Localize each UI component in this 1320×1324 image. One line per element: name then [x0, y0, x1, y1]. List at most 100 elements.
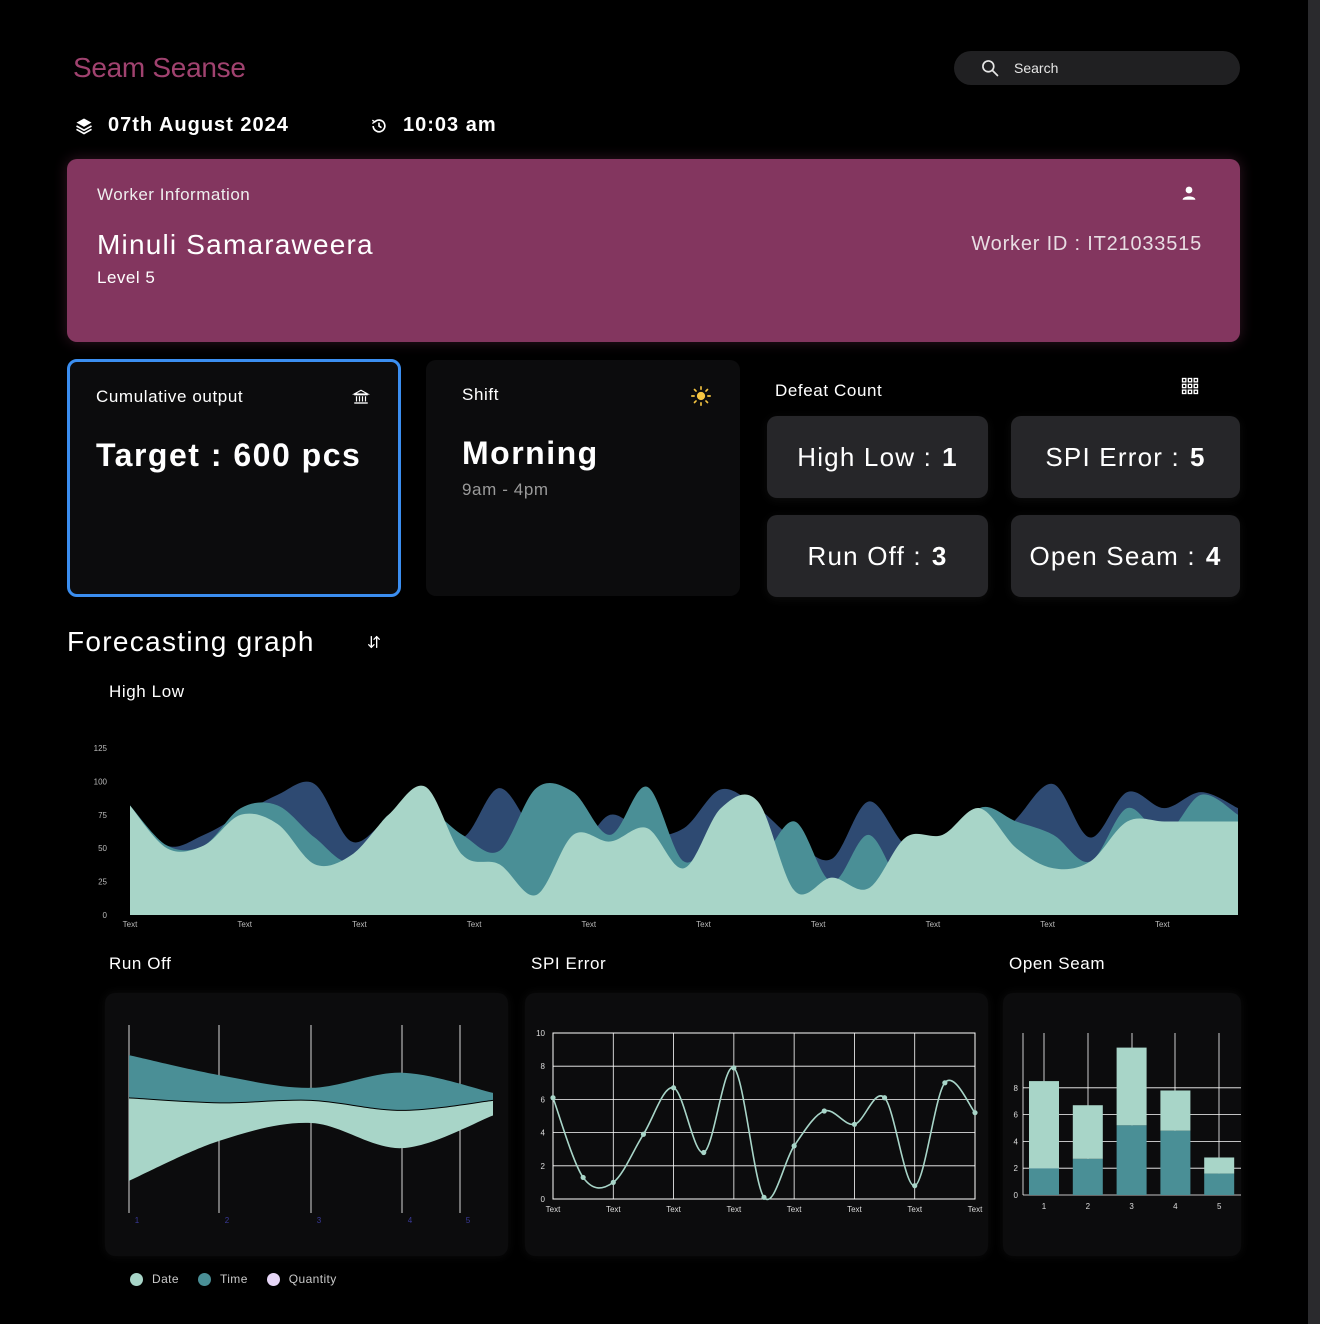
y-tick-label: 2: [541, 1162, 546, 1171]
y-tick-label: 50: [98, 844, 107, 853]
legend-item-time[interactable]: Time: [197, 1272, 248, 1286]
x-tick-label: Text: [696, 920, 711, 929]
defect-label: Run Off :: [807, 540, 922, 571]
defect-value: 5: [1189, 441, 1206, 472]
y-tick-label: 0: [1014, 1191, 1019, 1200]
y-tick-label: 4: [541, 1129, 546, 1138]
data-point: [731, 1065, 737, 1071]
data-point: [670, 1085, 677, 1091]
defect-count-title: Defeat Count: [775, 381, 883, 400]
bank-icon: [352, 389, 370, 404]
x-tick-label: 3: [317, 1216, 322, 1225]
x-tick-label: 5: [466, 1216, 471, 1225]
history-icon: [371, 118, 386, 133]
y-tick-label: 100: [94, 777, 108, 786]
x-tick-label: Text: [787, 1205, 802, 1214]
chart-legend: Date Time Quantity: [130, 1272, 356, 1286]
x-tick-label: Text: [811, 920, 826, 929]
search-input[interactable]: [1012, 59, 1216, 77]
y-tick-label: 6: [1014, 1111, 1019, 1120]
worker-info-label: Worker Information: [97, 185, 251, 204]
legend-swatch: [266, 1272, 280, 1286]
bar-3-seg-0: [1116, 1125, 1147, 1195]
layers-icon: [76, 118, 92, 134]
run-off-label: Run Off: [109, 954, 172, 973]
y-tick-label: 125: [94, 744, 108, 753]
x-tick-label: Text: [581, 920, 596, 929]
search-icon: [982, 60, 999, 77]
defect-value: 4: [1205, 540, 1222, 571]
spi-error-line: [552, 1067, 976, 1201]
data-point: [580, 1174, 586, 1181]
sort-icon[interactable]: [366, 634, 382, 650]
data-point: [881, 1095, 888, 1101]
brand-logo: Seam Seanse: [73, 52, 246, 83]
worker-info-card: Worker Information Minuli Samaraweera Le…: [67, 159, 1240, 342]
y-tick-label: 0: [103, 911, 108, 920]
x-tick-label: Text: [847, 1205, 862, 1214]
defect-run-off[interactable]: Run Off : 3: [767, 515, 988, 597]
defect-high-low[interactable]: High Low : 1: [767, 416, 988, 498]
spi-error-chart: 0 2 4 6 8 10 Text Text Text Text Text Text Text Text: [536, 1029, 983, 1214]
search-bar[interactable]: [954, 51, 1240, 85]
open-seam-label: Open Seam: [1009, 954, 1106, 973]
open-seam-chart: 0 2 4 6 8 1 2 3 4 5: [1014, 1033, 1241, 1211]
shift-label: Shift: [462, 385, 500, 404]
x-tick-label: Text: [727, 1205, 742, 1214]
user-icon[interactable]: [1180, 184, 1198, 202]
time-display: 10:03 am: [369, 114, 497, 137]
data-point: [791, 1143, 797, 1149]
bar-4-seg-1: [1160, 1090, 1191, 1131]
grid-icon[interactable]: [1180, 376, 1200, 396]
sun-icon: [691, 386, 711, 406]
x-tick-label: Text: [352, 920, 367, 929]
cumulative-output-card[interactable]: Cumulative output Target : 600 pcs: [67, 359, 401, 597]
x-tick-label: 1: [135, 1216, 140, 1225]
y-tick-label: 4: [1014, 1137, 1019, 1146]
bar-1-seg-0: [1029, 1168, 1059, 1195]
time-text: 10:03 am: [403, 114, 497, 136]
data-point: [761, 1194, 767, 1200]
legend-item-quantity[interactable]: Quantity: [266, 1272, 337, 1286]
run-off-chart: 1 2 3 4 5: [128, 1025, 494, 1225]
bar-4-seg-0: [1160, 1130, 1191, 1195]
legend-label: Date: [152, 1272, 179, 1286]
defect-value: 1: [942, 441, 958, 472]
data-point: [972, 1110, 978, 1116]
data-point: [942, 1080, 948, 1086]
worker-level: Level 5: [97, 268, 156, 287]
bar-1-seg-1: [1029, 1081, 1059, 1169]
plot-frame: [552, 1032, 976, 1200]
legend-swatch: [130, 1272, 143, 1286]
data-point: [851, 1121, 858, 1127]
x-tick-label: 2: [225, 1216, 230, 1225]
spi-error-panel: 0 2 4 6 8 10 Text Text Text Text Text Text Text Text: [525, 993, 988, 1256]
x-tick-label: Text: [606, 1205, 621, 1214]
defect-open-seam[interactable]: Open Seam : 4: [1011, 515, 1240, 597]
x-tick-label: Text: [1040, 920, 1055, 929]
forecast-title: Forecasting graph: [67, 626, 315, 657]
date-display: 07th August 2024: [74, 114, 289, 137]
bar-5-seg-0: [1204, 1173, 1235, 1195]
data-point: [640, 1131, 647, 1137]
x-tick-label: Text: [237, 920, 252, 929]
y-tick-label: 6: [541, 1095, 546, 1104]
x-tick-label: Text: [1155, 920, 1170, 929]
date-text: 07th August 2024: [108, 114, 289, 136]
high-low-chart: 0 25 50 75 100 125 Text Text Text Text Text Text Tex…: [94, 744, 1238, 929]
high-low-label: High Low: [109, 682, 185, 701]
legend-item-date[interactable]: Date: [130, 1272, 179, 1286]
bar-5-seg-1: [1204, 1157, 1235, 1174]
worker-id: Worker ID : IT21033515: [971, 233, 1202, 255]
defect-label: SPI Error :: [1045, 441, 1180, 472]
y-tick-label: 8: [541, 1062, 546, 1071]
shift-name: Morning: [462, 435, 599, 471]
x-tick-label: 4: [1173, 1202, 1178, 1211]
x-tick-label: 1: [1042, 1202, 1047, 1211]
run-off-panel: 1 2 3 4 5: [105, 993, 508, 1256]
worker-name: Minuli Samaraweera: [97, 229, 374, 260]
x-tick-label: 2: [1086, 1202, 1091, 1211]
window-edge: [1308, 0, 1320, 1324]
defect-spi-error[interactable]: SPI Error : 5: [1011, 416, 1240, 498]
shift-card[interactable]: Shift Morning 9am - 4pm: [426, 360, 740, 596]
